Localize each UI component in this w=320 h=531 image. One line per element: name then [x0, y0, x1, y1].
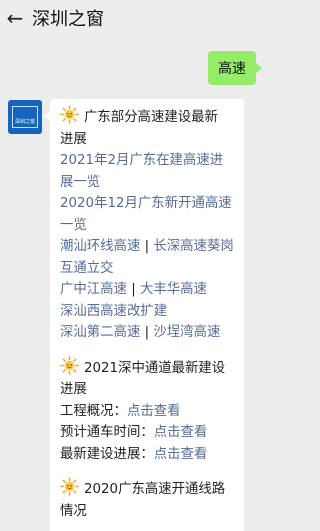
section-expressway-progress: 广东部分高速建设最新 进展 2021年2月广东在建高速进展一览 2020年12月…	[60, 105, 234, 344]
avatar-logo: 深圳之窗	[12, 106, 38, 128]
row-label: 最新建设进展：	[60, 446, 154, 462]
link-project-overview[interactable]: 点击查看	[127, 404, 181, 419]
section-title-part2: 进展	[60, 382, 87, 397]
link-dafenghua[interactable]: 大丰华高速	[140, 282, 207, 297]
link-shachengwan[interactable]: 沙埕湾高速	[153, 325, 220, 340]
sun-icon	[60, 355, 79, 375]
separator: |	[131, 282, 136, 297]
link-latest-progress[interactable]: 点击查看	[154, 447, 208, 462]
section-shenzhong-channel: 2021深中通道最新建设 进展 工程概况：点击查看 预计通车时间：点击查看 最新…	[60, 355, 234, 466]
section-title-part1: 2021深中通道最新建设	[84, 360, 226, 376]
top-bar: ← 深圳之窗	[0, 0, 271, 35]
reply-card: 广东部分高速建设最新 进展 2021年2月广东在建高速进展一览 2020年12月…	[44, 99, 244, 531]
user-message-text: 高速	[218, 61, 246, 77]
section-title-part2: 进展	[60, 131, 87, 147]
arrow-left-icon: ←	[6, 5, 24, 30]
link-2020-dec-opened[interactable]: 2020年12月广东新开通高速一览	[60, 193, 234, 236]
link-guangzhongjiang[interactable]: 广中江高速	[60, 282, 127, 297]
account-avatar[interactable]: 深圳之窗	[8, 100, 42, 134]
section-title-part2: 情况	[60, 503, 87, 519]
back-button[interactable]: ←	[0, 0, 30, 35]
sun-icon	[60, 105, 79, 124]
sun-icon	[60, 477, 79, 496]
user-message-bubble[interactable]: 高速	[208, 51, 262, 85]
separator: |	[144, 325, 150, 340]
link-shenshanxi-expansion[interactable]: 深汕西高速改扩建	[60, 301, 234, 323]
row-label: 预计通车时间：	[60, 425, 154, 440]
section-2020-opened-lines: 2020广东高速开通线路 情况	[60, 477, 234, 522]
separator: |	[144, 239, 150, 254]
link-2021-feb-progress[interactable]: 2021年2月广东在建高速进展一览	[60, 150, 234, 193]
section-title-part1: 广东部分高速建设最新	[84, 110, 218, 125]
link-chaoshan-ring[interactable]: 潮汕环线高速	[60, 239, 140, 254]
section-heading: 2020广东高速开通线路	[60, 477, 234, 501]
link-opening-time[interactable]: 点击查看	[154, 425, 208, 440]
row-label: 工程概况：	[60, 403, 127, 419]
chat-title: 深圳之窗	[32, 8, 104, 30]
link-shenshan-second[interactable]: 深汕第二高速	[60, 325, 140, 340]
section-heading: 2021深中通道最新建设	[60, 355, 234, 380]
section-heading: 广东部分高速建设最新	[60, 105, 234, 129]
section-title-part1: 2020广东高速开通线路	[84, 482, 226, 497]
